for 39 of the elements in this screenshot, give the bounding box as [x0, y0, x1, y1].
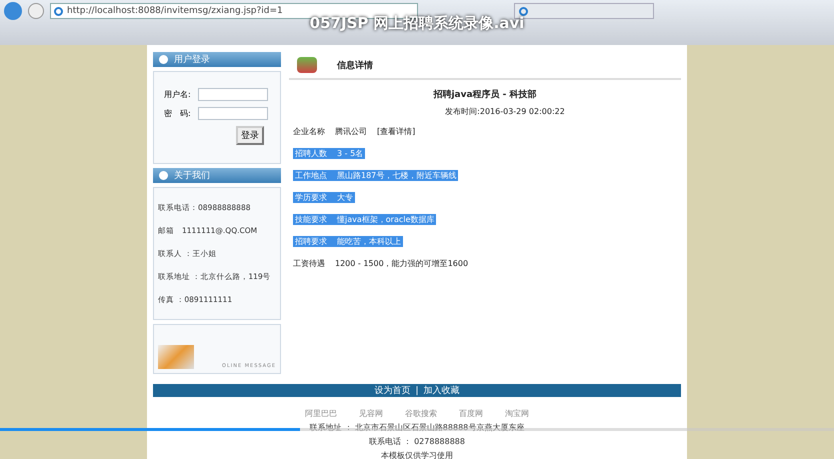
- field-value: 能吃苦，本科以上: [337, 236, 403, 247]
- partner-link[interactable]: 谷歌搜索: [405, 408, 437, 419]
- footer-link[interactable]: 加入收藏: [424, 384, 460, 397]
- field-value: 3 - 5名: [337, 148, 366, 159]
- forward-button[interactable]: [28, 3, 44, 19]
- field-label: 用户名:: [164, 88, 192, 100]
- panel-title: 用户登录: [174, 54, 210, 66]
- field-label: 工作地点: [293, 170, 337, 181]
- partner-link[interactable]: 淘宝网: [505, 408, 529, 419]
- link-separator: |: [415, 386, 419, 396]
- input-field[interactable]: [198, 106, 268, 120]
- address-text: 联系地址 ： 北京市石景山区石景山路88888号京燕大厦东座: [310, 422, 524, 433]
- page-icon: [54, 6, 63, 16]
- notice-text: 本模板仅供学习使用: [380, 450, 453, 459]
- panel-title: 关于我们: [174, 170, 210, 182]
- field-value: 大专: [337, 192, 355, 203]
- partner-link[interactable]: 见容网: [359, 408, 383, 419]
- phone-text: 联系电话 ： 0278888888: [369, 436, 465, 447]
- field-label: 技能要求: [293, 214, 337, 225]
- company-name: 腾讯公司: [335, 126, 367, 137]
- field-label: 密 码:: [164, 108, 192, 119]
- field-label: 工资待遇: [293, 258, 325, 269]
- footer-link[interactable]: 设为首页: [374, 384, 410, 397]
- field-label: 企业名称: [293, 126, 325, 137]
- field-value: 懂java框架，oracle数据库: [337, 214, 436, 225]
- login-button[interactable]: 登录: [236, 126, 264, 145]
- field-label: 学历要求: [293, 192, 337, 203]
- field-value: 黑山路187号，七楼，附近车辆线: [337, 170, 458, 181]
- input-field[interactable]: [198, 88, 268, 101]
- field-label: 招聘要求: [293, 236, 337, 247]
- partner-link[interactable]: 百度网: [459, 408, 483, 419]
- section-title: 信息详情: [337, 59, 373, 72]
- field-value: 1200 - 1500，能力强的可增至1600: [335, 258, 468, 269]
- field-label: 招聘人数: [293, 148, 337, 159]
- publish-time: 发布时间:2016-03-29 02:00:22: [444, 106, 566, 117]
- details-link[interactable]: [查看详情]: [377, 126, 416, 137]
- back-button[interactable]: [4, 2, 22, 20]
- partner-link[interactable]: 阿里巴巴: [305, 408, 337, 419]
- job-title: 招聘java程序员 - 科技部: [432, 88, 538, 101]
